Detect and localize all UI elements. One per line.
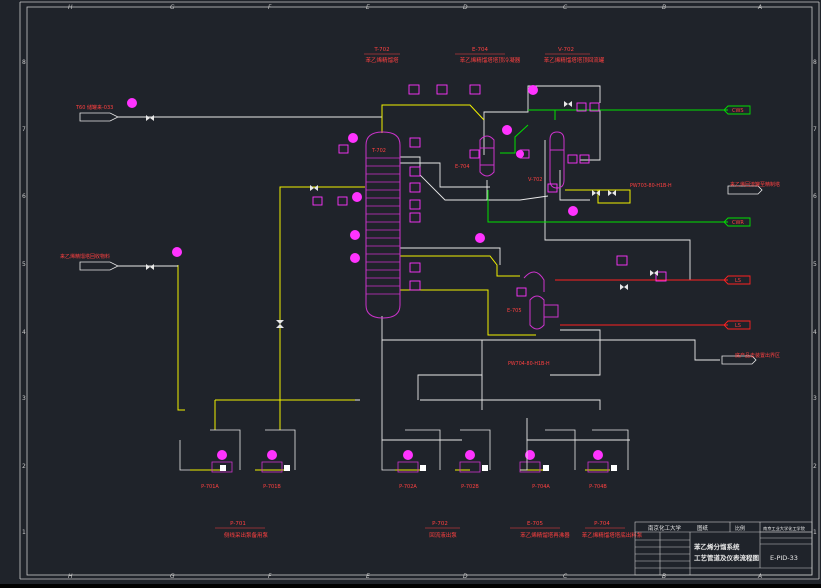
frame-row-2-right: 2: [813, 463, 817, 470]
frame-col-e-top: E: [366, 4, 370, 11]
feed-left-mid-label: 来乙烯精馏塔回收物料: [60, 253, 110, 260]
title-drawing-no: E-PID-33: [770, 554, 798, 562]
header-e705-name: 苯乙烯精馏塔再沸器: [520, 531, 570, 539]
pump-p702b-label: P-702B: [461, 484, 479, 490]
header-e705-tag: E-705: [527, 521, 543, 527]
outlet-cwr-label: CWR: [732, 220, 744, 226]
header-t702-name: 苯乙烯精馏塔: [365, 56, 399, 64]
frame-row-2-left: 2: [22, 463, 26, 470]
feed-left-top-label: T60 储罐来-033: [75, 104, 113, 111]
frame-row-3-right: 3: [813, 395, 817, 402]
pump-p701a-label: P-701A: [201, 484, 219, 490]
title-block-text: 南京化工大学 图纸 比例 南京工业大学化工学院 苯乙烯分馏系统 工艺管道及仪表流…: [648, 524, 806, 562]
frame-col-d-bottom: D: [463, 573, 468, 580]
column-t702: [365, 131, 401, 319]
column-t702-label: T-702: [371, 148, 386, 154]
frame-row-4-right: 4: [813, 329, 817, 336]
title-company: 南京化工大学: [648, 524, 682, 532]
pumps: [211, 450, 617, 473]
frame-column-labels: H G F E D C B A H G F E D C B A: [68, 4, 762, 580]
bottom-equipment-headers: P-701 侧线采出泵备用泵 P-702 回流液出泵 E-705 苯乙烯精馏塔再…: [215, 521, 643, 539]
frame-row-5-left: 5: [22, 261, 26, 268]
header-v702-name: 苯乙烯精馏塔塔顶回流罐: [544, 56, 605, 64]
drum-v702-label: V-702: [528, 177, 542, 183]
header-p701-name: 侧线采出泵备用泵: [224, 531, 269, 539]
frame-col-b-top: B: [662, 4, 666, 11]
top-equipment-headers: T-702 苯乙烯精馏塔 E-704 苯乙烯精馏塔塔顶冷凝器 V-702 苯乙烯…: [364, 47, 605, 64]
header-p704-tag: P-704: [594, 521, 610, 527]
steam-piping: [555, 279, 728, 326]
line-number-upper: PW703-80-H1B-H: [630, 183, 672, 189]
drawing-canvas: H G F E D C B A H G F E D C B A 8 7 6 5 …: [0, 0, 821, 584]
frame-col-c-top: C: [563, 4, 568, 11]
title-project-col: 图纸: [697, 524, 709, 532]
frame-row-6-right: 6: [813, 193, 817, 200]
frame-col-a-top: A: [757, 4, 762, 11]
title-line1: 苯乙烯分馏系统: [693, 542, 740, 551]
pump-labels: P-701A P-701B P-702A P-702B P-704A P-704…: [201, 484, 607, 490]
frame-row-8-right: 8: [813, 59, 817, 66]
header-p702-tag: P-702: [432, 521, 448, 527]
pump-p701b-label: P-701B: [263, 484, 281, 490]
left-feeds: [79, 112, 119, 271]
valves: [146, 101, 658, 328]
frame-row-4-left: 4: [22, 329, 26, 336]
line-number-lower: PW704-80-H1B-H: [508, 361, 550, 367]
header-p704-name: 苯乙烯精馏塔塔底出料泵: [582, 531, 643, 539]
frame-col-f-bottom: F: [268, 573, 272, 580]
frame-col-h-top: H: [68, 4, 73, 11]
pump-p702a: [397, 450, 426, 473]
pump-p704b: [587, 450, 617, 473]
header-e704-tag: E-704: [472, 47, 488, 53]
frame-row-6-left: 6: [22, 193, 26, 200]
frame-row-3-left: 3: [22, 395, 26, 402]
pump-manifolds: [179, 429, 629, 471]
frame-col-h-bottom: H: [68, 573, 73, 580]
frame-row-1-right: 1: [813, 529, 817, 536]
frame-row-labels: 8 7 6 5 4 3 2 1 8 7 6 5 4 3 2 1: [22, 59, 817, 536]
column-trays: [366, 157, 400, 295]
frame-col-b-bottom: B: [662, 573, 666, 580]
header-v702-tag: V-702: [558, 47, 574, 53]
frame-col-e-bottom: E: [366, 573, 370, 580]
yellow-piping: [177, 104, 631, 471]
header-p701-tag: P-701: [230, 521, 246, 527]
pump-p701b: [261, 450, 290, 473]
outlet-ls-top-label: LS: [735, 278, 741, 284]
pump-p702a-label: P-702A: [399, 484, 417, 490]
pid-diagram: H G F E D C B A H G F E D C B A 8 7 6 5 …: [19, 1, 820, 580]
condenser-e704-label: E-704: [455, 164, 470, 170]
frame-col-d-top: D: [463, 4, 468, 11]
frame-col-g-top: G: [170, 4, 175, 11]
header-t702-tag: T-702: [373, 47, 389, 53]
condenser-e704: [479, 135, 495, 177]
reboiler-e705: [523, 271, 559, 330]
frame-col-a-bottom: A: [757, 573, 762, 580]
cooling-water-piping: [487, 109, 728, 223]
pump-p704a-label: P-704A: [532, 484, 550, 490]
reboiler-e705-label: E-705: [507, 308, 522, 314]
outlet-right-lower-label: 底产品去装置出界区: [735, 352, 780, 359]
title-line2: 工艺管道及仪表流程图: [694, 553, 760, 562]
title-school: 南京工业大学化工学院: [763, 525, 806, 532]
header-e704-name: 苯乙烯精馏塔塔顶冷凝器: [460, 56, 521, 64]
frame-col-g-bottom: G: [170, 573, 175, 580]
pump-p704b-label: P-704B: [589, 484, 607, 490]
frame-col-f-top: F: [268, 4, 272, 11]
frame-row-1-left: 1: [22, 529, 26, 536]
frame-row-5-right: 5: [813, 261, 817, 268]
header-p702-name: 回流液出泵: [429, 531, 457, 539]
title-scale-col: 比例: [735, 525, 745, 532]
outlet-ls-bottom-label: LS: [735, 323, 741, 329]
pump-p701a: [211, 450, 233, 473]
frame-row-7-left: 7: [22, 126, 26, 133]
drum-v702: [549, 131, 565, 189]
pump-p704a: [519, 450, 549, 473]
outlet-cws-label: CWS: [732, 108, 744, 114]
frame-row-7-right: 7: [813, 126, 817, 133]
outlet-right-upper-label: 来乙烯回流罐至精制塔: [730, 181, 780, 188]
pump-p702b: [459, 450, 488, 473]
frame-row-8-left: 8: [22, 59, 26, 66]
